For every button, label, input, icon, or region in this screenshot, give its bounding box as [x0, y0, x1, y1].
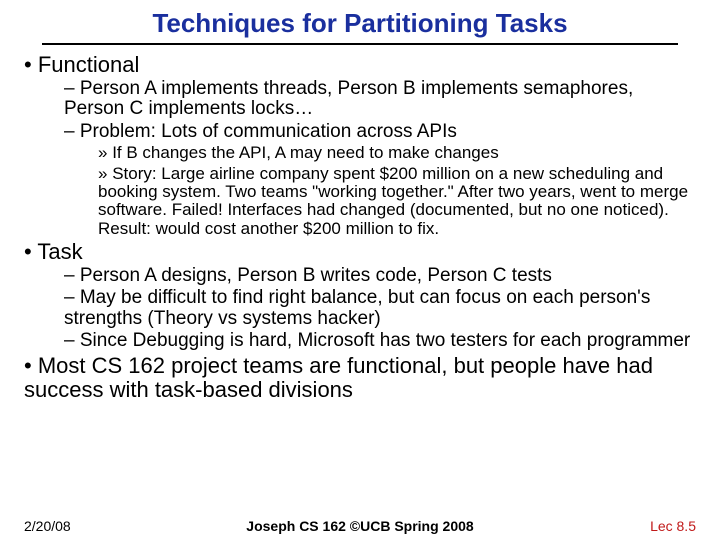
functional-sub-2a: If B changes the API, A may need to make… [98, 144, 698, 162]
functional-sub-1: Person A implements threads, Person B im… [64, 79, 698, 120]
slide: Techniques for Partitioning Tasks Functi… [0, 0, 720, 540]
functional-sub-2b: Story: Large airline company spent $200 … [98, 165, 698, 238]
footer-date: 2/20/08 [24, 518, 71, 534]
bullet-summary: Most CS 162 project teams are functional… [24, 354, 698, 402]
task-sub-3: Since Debugging is hard, Microsoft has t… [64, 331, 698, 352]
functional-sub-2: Problem: Lots of communication across AP… [64, 122, 698, 143]
footer-course: Joseph CS 162 ©UCB Spring 2008 [0, 518, 720, 534]
bullet-task: Task [24, 240, 698, 264]
bullet-functional: Functional [24, 53, 698, 77]
slide-title: Techniques for Partitioning Tasks [22, 8, 698, 39]
slide-body: Functional Person A implements threads, … [22, 53, 698, 401]
footer: 2/20/08 Joseph CS 162 ©UCB Spring 2008 L… [0, 518, 720, 534]
footer-lecture: Lec 8.5 [650, 518, 696, 534]
task-sub-1: Person A designs, Person B writes code, … [64, 266, 698, 287]
task-sub-2: May be difficult to find right balance, … [64, 288, 698, 329]
title-underline [42, 43, 677, 45]
